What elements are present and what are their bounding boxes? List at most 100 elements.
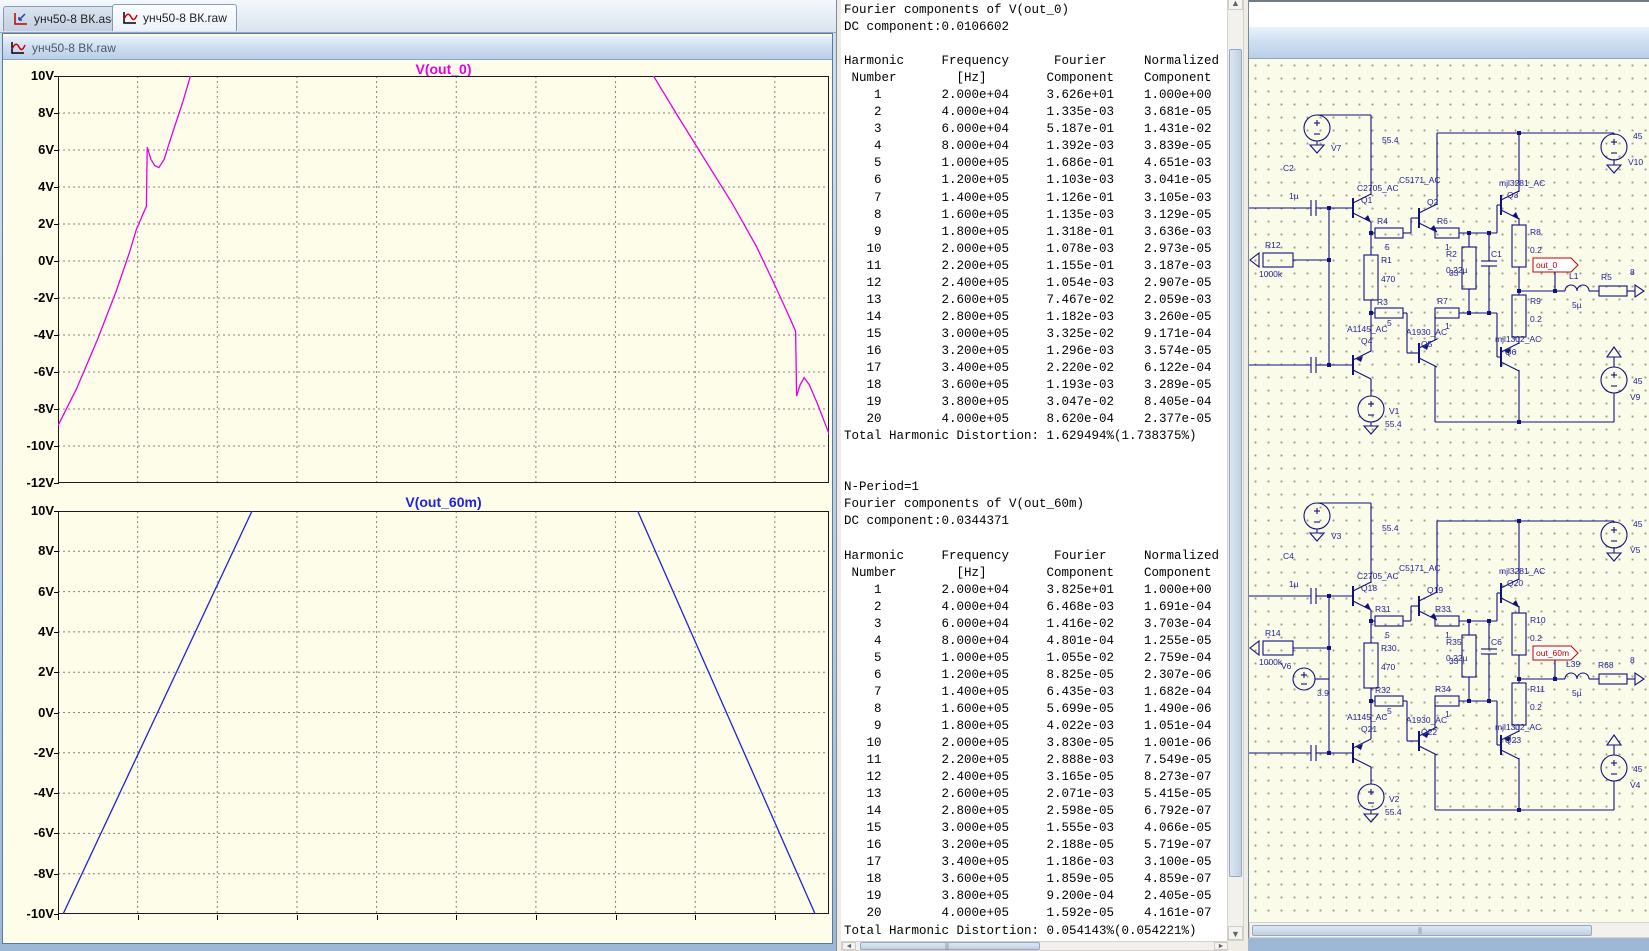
log-line: Harmonic Frequency Fourier Normalized	[844, 548, 1220, 563]
component-label: C1	[1491, 249, 1502, 259]
log-line: 17 3.400e+05 2.220e-02 6.122e-04	[844, 360, 1212, 375]
y-tick	[54, 793, 59, 795]
schematic-icon	[13, 12, 29, 26]
component-label: 5	[1385, 630, 1390, 640]
component-label: 0.2	[1530, 314, 1542, 324]
y-axis-label: -4V	[33, 785, 54, 801]
component-label: 5	[1387, 706, 1392, 716]
log-line: 17 3.400e+05 1.186e-03 3.100e-05	[844, 855, 1212, 870]
component-label: V3	[1331, 531, 1342, 541]
component-label: C2705_AC	[1357, 183, 1399, 193]
log-line: 18 3.600e+05 1.859e-05 4.859e-07	[844, 872, 1212, 887]
component-label: 55.4	[1385, 807, 1402, 817]
log-line: Fourier components of V(out_60m)	[844, 497, 1085, 512]
y-axis-label: 6V	[38, 583, 54, 599]
tab-label: унч50-8 ВК.asc	[34, 12, 118, 26]
log-line: 1 2.000e+04 3.825e+01 1.000e+00	[844, 582, 1212, 597]
schematic-horizontal-scrollbar[interactable]: ⦀	[1249, 922, 1649, 938]
log-line: 13 2.600e+05 2.071e-03 5.415e-05	[844, 787, 1212, 802]
component-label: V6	[1281, 661, 1292, 671]
schem-hscroll-thumb[interactable]: ⦀	[1252, 925, 1592, 936]
component-label: V1	[1389, 406, 1400, 416]
component-label: R30	[1381, 643, 1397, 653]
component-label: R8	[1530, 227, 1541, 237]
component-label: 55.4	[1382, 135, 1399, 145]
y-tick	[54, 631, 59, 633]
component-label: C2705_AC	[1357, 571, 1399, 581]
log-line: 15 3.000e+05 1.555e-03 4.066e-05	[844, 821, 1212, 836]
component-label: Q18	[1361, 583, 1377, 593]
scroll-left-icon[interactable]: ◄	[842, 942, 856, 950]
y-axis-label: -2V	[33, 744, 54, 760]
tab-label: унч50-8 ВК.raw	[143, 11, 227, 25]
x-tick	[456, 915, 458, 920]
schematic-window-titlebar[interactable]	[1249, 27, 1649, 59]
trace-V(out_60m)-seg1	[636, 511, 816, 914]
schematic-canvas[interactable]: out_0 V7 55.4 C2 1µ C2705_AC Q1 R4 5 C5171_AC Q2 R6…	[1249, 59, 1649, 922]
trace-V(out_0)-seg0	[58, 76, 192, 426]
plot-pane-V(out_60m)[interactable]	[58, 511, 829, 914]
log-line: 10 2.000e+05 1.078e-03 2.973e-05	[844, 241, 1212, 256]
component-label: R33	[1435, 604, 1451, 614]
component-label: C4	[1283, 551, 1294, 561]
y-axis-label: 10V	[30, 503, 54, 518]
y-tick	[54, 261, 59, 262]
component-label: A1145_AC	[1347, 324, 1387, 334]
log-line: 5 1.000e+05 1.686e-01 4.651e-03	[844, 156, 1212, 171]
log-hscroll-thumb[interactable]: ⦀	[860, 942, 1040, 951]
scroll-right-icon[interactable]: ►	[1214, 942, 1228, 950]
log-line: 16 3.200e+05 1.296e-03 3.574e-05	[844, 343, 1212, 358]
y-tick	[54, 483, 59, 484]
plot-client-area[interactable]: V(out_0) 10V 8V 6V 4V 2V 0V -2V -4V -6V -8V -10V -12…	[4, 60, 831, 943]
x-tick	[695, 915, 697, 920]
log-horizontal-scrollbar[interactable]: ◄ ⦀ ►	[841, 941, 1228, 951]
scroll-up-icon[interactable]: ▲	[1228, 0, 1243, 10]
scroll-down-icon[interactable]: ▼	[1228, 926, 1243, 940]
y-axis-label: -8V	[33, 401, 54, 416]
y-axis-label: 2V	[38, 216, 54, 231]
log-line: 20 4.000e+05 1.592e-05 4.161e-07	[844, 906, 1212, 921]
component-label: V2	[1389, 794, 1400, 804]
component-label: Q23	[1505, 735, 1521, 745]
component-label: V4	[1630, 780, 1641, 790]
y-axis-label: 4V	[38, 179, 54, 194]
component-label: 0.2	[1530, 633, 1542, 643]
log-line: Number [Hz] Component Component	[844, 71, 1212, 86]
log-text-area[interactable]: Fourier components of V(out_0) DC compone…	[841, 0, 1227, 941]
x-tick	[297, 915, 298, 920]
log-vscroll-thumb[interactable]	[1229, 49, 1242, 877]
component-label: Q5	[1421, 339, 1433, 349]
component-label: 45	[1633, 764, 1643, 774]
fourier-analysis-text: Fourier components of V(out_0) DC compone…	[844, 2, 1220, 940]
plot-pane-V(out_0)[interactable]	[58, 76, 829, 483]
log-line: Fourier components of V(out_0)	[844, 3, 1070, 17]
tab-asc-schematic[interactable]: унч50-8 ВК.asc	[3, 6, 128, 31]
tab-raw-waveform[interactable]: унч50-8 ВК.raw	[112, 4, 237, 31]
component-label: mjl3281_AC	[1499, 178, 1545, 188]
log-line: 18 3.600e+05 1.193e-03 3.289e-05	[844, 378, 1212, 393]
waveform-viewer-window: унч50-8 ВК.raw V(out_0) 10V 8V 6V 4V 2V 0V -2V -…	[2, 33, 833, 944]
component-label: 470	[1381, 274, 1395, 284]
log-line: Number [Hz] Component Component	[844, 565, 1212, 580]
component-label: Q22	[1421, 727, 1437, 737]
log-line: 11 2.200e+05 2.888e-03 7.549e-05	[844, 753, 1212, 768]
component-label: mjl3281_AC	[1499, 566, 1545, 576]
component-label: 0.2	[1530, 245, 1542, 255]
component-label: R2	[1446, 249, 1457, 259]
component-label: L39	[1566, 659, 1580, 669]
log-line: 5 1.000e+05 1.055e-02 2.759e-04	[844, 650, 1212, 665]
waveform-window-titlebar[interactable]: унч50-8 ВК.raw	[3, 36, 832, 60]
log-line: 7 1.400e+05 6.435e-03 1.682e-04	[844, 684, 1212, 699]
component-label: R34	[1435, 684, 1451, 694]
log-line: 7 1.400e+05 1.126e-01 3.105e-03	[844, 190, 1212, 205]
y-tick	[54, 833, 59, 835]
y-tick	[54, 752, 59, 754]
log-line: 10 2.000e+05 3.830e-05 1.001e-06	[844, 736, 1212, 751]
y-axis-label: 8V	[38, 543, 54, 559]
y-tick	[54, 335, 59, 336]
log-vertical-scrollbar[interactable]: ▲ ▼	[1227, 0, 1244, 941]
component-label: R9	[1530, 296, 1541, 306]
component-label: Q2	[1427, 197, 1439, 207]
